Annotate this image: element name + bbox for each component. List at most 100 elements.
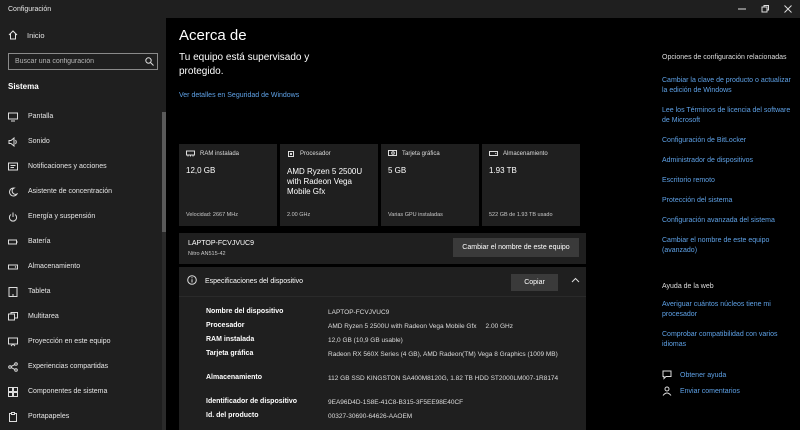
device-specs-panel: Especificaciones del dispositivo Copiar … — [179, 267, 586, 430]
spec-row: Identificador de dispositivo 9EA96D4D-1S… — [206, 398, 576, 412]
device-name-row: LAPTOP-FCVJVUC9 Nitro AN515-42 Cambiar e… — [179, 233, 586, 264]
spec-cards: RAM instalada 12,0 GB Velocidad: 2667 MH… — [179, 144, 580, 226]
spec-label: Almacenamiento — [206, 374, 263, 381]
specs-header[interactable]: Especificaciones del dispositivo Copiar — [179, 267, 586, 297]
feedback-icon — [662, 386, 672, 396]
spec-label: Tarjeta gráfica — [206, 350, 254, 357]
search-input[interactable] — [9, 58, 141, 65]
supervised-status: Tu equipo está supervisado y protegido. — [179, 52, 310, 77]
spec-value: 12,0 GB (10,9 GB usable) — [328, 337, 403, 344]
specs-title: Especificaciones del dispositivo — [205, 278, 304, 285]
spec-row: Id. del producto 00327-30690-64626-AAOEM — [206, 412, 576, 426]
card-value: 12,0 GB — [186, 166, 216, 175]
main-content: Acerca de Tu equipo está supervisado y p… — [166, 18, 600, 430]
disk-icon — [489, 151, 498, 156]
sidebar-item-label: Batería — [28, 238, 51, 245]
page-title: Acerca de — [179, 27, 247, 44]
sidebar-item-label: Experiencias compartidas — [28, 363, 109, 370]
sidebar-item-sonido[interactable]: Sonido — [0, 129, 162, 154]
spec-row: Almacenamiento 112 GB SSD KINGSTON SA400… — [206, 374, 576, 398]
link-license-terms[interactable]: Lee los Términos de licencia del softwar… — [662, 106, 792, 126]
spec-value: 112 GB SSD KINGSTON SA400M8120G, 1.82 TB… — [328, 375, 559, 382]
sidebar-item-tableta[interactable]: Tableta — [0, 279, 162, 304]
sidebar-item-label: Proyección en este equipo — [28, 338, 111, 345]
share-icon — [8, 361, 18, 372]
copy-button[interactable]: Copiar — [511, 274, 558, 291]
sidebar-item-concentracion[interactable]: Asistente de concentración — [0, 179, 162, 204]
link-rename-advanced[interactable]: Cambiar el nombre de este equipo (avanza… — [662, 236, 792, 256]
minimize-icon — [738, 8, 746, 10]
link-bitlocker[interactable]: Configuración de BitLocker — [662, 136, 792, 146]
card-value: 5 GB — [388, 166, 407, 175]
link-language-compat[interactable]: Comprobar compatibilidad con varios idio… — [662, 330, 792, 350]
spec-value: AMD Ryzen 5 2500U with Radeon Vega Mobil… — [328, 323, 513, 330]
spec-label: Id. del producto — [206, 412, 259, 419]
ram-icon — [186, 150, 195, 157]
sidebar-item-label: Componentes de sistema — [28, 388, 108, 395]
link-change-product-key[interactable]: Cambiar la clave de producto o actualiza… — [662, 76, 792, 96]
nav-list: Pantalla Sonido Notificaciones y accione… — [0, 104, 162, 429]
close-icon — [784, 5, 792, 13]
sidebar-item-label: Portapapeles — [28, 413, 70, 420]
card-label: Tarjeta gráfica — [402, 150, 440, 157]
chevron-up-icon[interactable] — [571, 277, 580, 283]
related-title: Opciones de configuración relacionadas — [662, 54, 787, 61]
link-remote-desktop[interactable]: Escritorio remoto — [662, 176, 792, 186]
sidebar-item-proyeccion[interactable]: Proyección en este equipo — [0, 329, 162, 354]
section-title: Sistema — [8, 82, 39, 91]
device-model: Nitro AN515-42 — [188, 251, 226, 257]
monitor-icon — [8, 112, 18, 122]
link-device-manager[interactable]: Administrador de dispositivos — [662, 156, 792, 166]
card-sub: Velocidad: 2667 MHz — [186, 212, 238, 218]
sidebar-item-bateria[interactable]: Batería — [0, 229, 162, 254]
get-help-link[interactable]: Obtener ayuda — [662, 370, 726, 380]
sidebar-item-multitarea[interactable]: Multitarea — [0, 304, 162, 329]
get-help-label: Obtener ayuda — [680, 371, 727, 379]
multitask-icon — [8, 311, 18, 322]
sidebar-item-experiencias[interactable]: Experiencias compartidas — [0, 354, 162, 379]
card-value: 1.93 TB — [489, 166, 517, 175]
help-links: Averiguar cuántos núcleos tiene mi proce… — [662, 300, 792, 360]
card-ram: RAM instalada 12,0 GB Velocidad: 2667 MH… — [179, 144, 277, 226]
sidebar-item-pantalla[interactable]: Pantalla — [0, 104, 162, 129]
link-system-protection[interactable]: Protección del sistema — [662, 196, 792, 206]
search-icon[interactable] — [141, 57, 157, 66]
sidebar: Inicio Sistema Pantalla Sonido Notificac… — [0, 18, 166, 430]
sidebar-item-label: Asistente de concentración — [28, 188, 113, 195]
clipboard-icon — [8, 411, 18, 422]
card-label: Almacenamiento — [503, 150, 548, 157]
search-box[interactable] — [8, 53, 158, 70]
feedback-link[interactable]: Enviar comentarios — [662, 386, 740, 396]
card-gpu: Tarjeta gráfica 5 GB Varias GPU instalad… — [381, 144, 479, 226]
sidebar-item-almacenamiento[interactable]: Almacenamiento — [0, 254, 162, 279]
link-processor-cores[interactable]: Averiguar cuántos núcleos tiene mi proce… — [662, 300, 792, 320]
card-processor: Procesador AMD Ryzen 5 2500U with Radeon… — [280, 144, 378, 226]
sidebar-item-home[interactable]: Inicio — [8, 30, 45, 40]
window-title: Configuración — [8, 5, 52, 13]
link-advanced-settings[interactable]: Configuración avanzada del sistema — [662, 216, 792, 226]
sidebar-item-energia[interactable]: Energía y suspensión — [0, 204, 162, 229]
maximize-icon — [761, 5, 769, 13]
spec-value: 00327-30690-64626-AAOEM — [328, 413, 413, 420]
speaker-icon — [8, 136, 18, 147]
sidebar-item-componentes[interactable]: Componentes de sistema — [0, 379, 162, 404]
related-links: Cambiar la clave de producto o actualiza… — [662, 76, 792, 266]
rename-pc-button[interactable]: Cambiar el nombre de este equipo — [453, 238, 579, 257]
spec-label: RAM instalada — [206, 336, 255, 343]
notification-icon — [8, 162, 18, 172]
title-bar: Configuración — [0, 0, 800, 18]
security-details-link[interactable]: Ver detalles en Seguridad de Windows — [179, 92, 299, 99]
feedback-label: Enviar comentarios — [680, 387, 740, 395]
device-name: LAPTOP-FCVJVUC9 — [188, 240, 254, 247]
home-icon — [8, 30, 18, 40]
spec-row: Procesador AMD Ryzen 5 2500U with Radeon… — [206, 322, 576, 336]
card-sub: 522 GB de 1.93 TB usado — [489, 212, 553, 218]
spec-value: 9EA96D4D-1S8E-41C8-B315-3F5EE98E40CF — [328, 399, 464, 406]
card-sub: Varias GPU instaladas — [388, 212, 443, 218]
sidebar-item-notificaciones[interactable]: Notificaciones y acciones — [0, 154, 162, 179]
card-sub: 2.00 GHz — [287, 212, 311, 218]
close-button[interactable] — [775, 0, 800, 18]
help-title: Ayuda de la web — [662, 283, 714, 290]
sidebar-item-portapapeles[interactable]: Portapapeles — [0, 404, 162, 429]
specs-list: Nombre del dispositivo LAPTOP-FCVJVUC9 P… — [206, 308, 576, 426]
